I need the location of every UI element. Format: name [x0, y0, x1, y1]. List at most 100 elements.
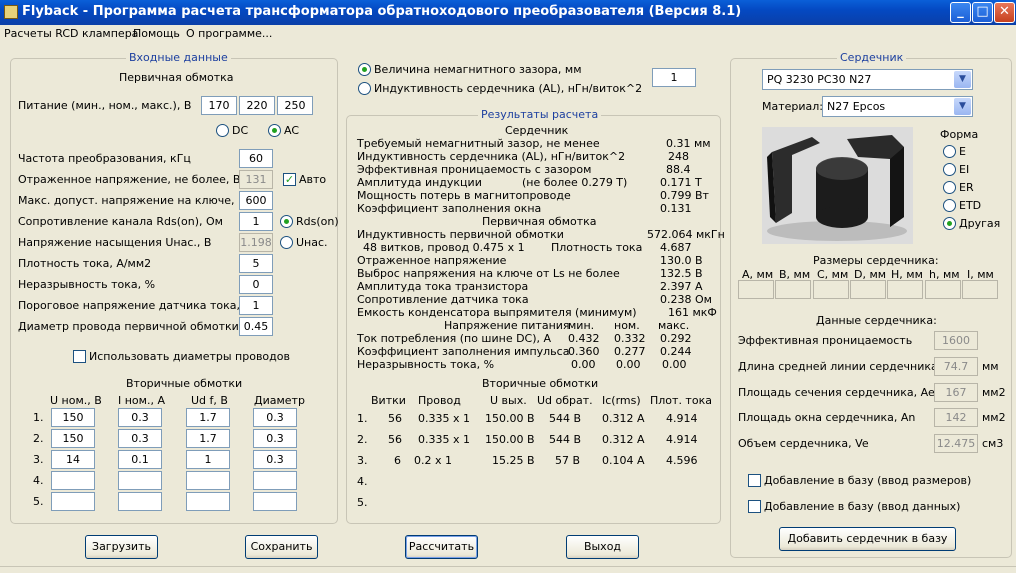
- core-an-input: 142: [934, 408, 978, 427]
- exit-button[interactable]: Выход: [566, 535, 639, 559]
- ac-radio[interactable]: [268, 124, 281, 137]
- sec-udf-input[interactable]: [186, 492, 230, 511]
- supply-cell: 0.432: [568, 332, 600, 345]
- size-a-input: [738, 280, 774, 299]
- secondary-input-title: Вторичные обмотки: [126, 377, 243, 390]
- al-option-label: Индуктивность сердечника (AL), нГн/виток…: [374, 82, 643, 95]
- result-note: (не более 0.279 Т): [522, 176, 628, 189]
- sec-udf-input[interactable]: [186, 471, 230, 490]
- sec-udf-input[interactable]: 1: [186, 450, 230, 469]
- frequency-label: Частота преобразования, кГц: [18, 152, 191, 165]
- res-sec-cell: 4.914: [666, 433, 698, 446]
- sec-i-input[interactable]: 0.3: [118, 408, 162, 427]
- core-data-unit: см3: [982, 437, 1004, 450]
- result-value: 4.687: [660, 241, 692, 254]
- sec-i-input[interactable]: 0.3: [118, 429, 162, 448]
- sec-diam-input[interactable]: 0.3: [253, 429, 297, 448]
- size-h-input: [887, 280, 923, 299]
- core-model-select[interactable]: PQ 3230 PC30 N27 ▼: [762, 69, 973, 90]
- minimize-button[interactable]: _: [950, 2, 971, 23]
- sec-diam-input[interactable]: [253, 471, 297, 490]
- auto-checkbox[interactable]: ✓: [283, 173, 296, 186]
- close-button[interactable]: ✕: [994, 2, 1015, 23]
- supply-nom-input[interactable]: 220: [239, 96, 275, 115]
- add-sizes-checkbox[interactable]: [748, 474, 761, 487]
- results-core-title: Сердечник: [505, 124, 569, 137]
- result-note: Плотность тока: [551, 241, 643, 254]
- window-title: Flyback - Программа расчета трансформато…: [22, 4, 742, 19]
- res-sec-hdr: Плот. тока: [650, 394, 712, 407]
- supply-min-input[interactable]: 170: [201, 96, 237, 115]
- sec-diam-input[interactable]: [253, 492, 297, 511]
- use-diameters-checkbox[interactable]: [73, 350, 86, 363]
- menu-help[interactable]: Помощь: [133, 27, 180, 40]
- usat-radio[interactable]: [280, 236, 293, 249]
- add-core-button[interactable]: Добавить сердечник в базу: [779, 527, 956, 551]
- result-value: 248: [668, 150, 689, 163]
- menu-rcd[interactable]: Расчеты RCD клампера: [4, 27, 138, 40]
- load-button[interactable]: Загрузить: [85, 535, 158, 559]
- shape-e-radio[interactable]: [943, 145, 956, 158]
- rdson-radio[interactable]: [280, 215, 293, 228]
- al-radio[interactable]: [358, 82, 371, 95]
- material-select[interactable]: N27 Epcos ▼: [822, 96, 973, 117]
- primary-diameter-input[interactable]: 0.45: [239, 317, 273, 336]
- gap-value-input[interactable]: 1: [652, 68, 696, 87]
- core-ve-input: 12.475: [934, 434, 978, 453]
- sec-i-input[interactable]: [118, 492, 162, 511]
- res-sec-cell: 0.104 А: [602, 454, 645, 467]
- usat-input: 1.198: [239, 233, 273, 252]
- sec-diam-input[interactable]: 0.3: [253, 408, 297, 427]
- sec-udf-input[interactable]: 1.7: [186, 408, 230, 427]
- sec-u-input[interactable]: [51, 471, 95, 490]
- sec-row-num: 4.: [33, 474, 44, 487]
- gap-radio[interactable]: [358, 63, 371, 76]
- current-density-label: Плотность тока, А/мм2: [18, 257, 152, 270]
- sec-u-input[interactable]: [51, 492, 95, 511]
- current-density-input[interactable]: 5: [239, 254, 273, 273]
- menu-about[interactable]: О программе...: [186, 27, 272, 40]
- sec-udf-input[interactable]: 1.7: [186, 429, 230, 448]
- sec-i-input[interactable]: 0.1: [118, 450, 162, 469]
- max-switch-voltage-input[interactable]: 600: [239, 191, 273, 210]
- add-data-checkbox[interactable]: [748, 500, 761, 513]
- size-d-input: [850, 280, 886, 299]
- shape-etd-label: ETD: [959, 199, 982, 212]
- shape-etd-radio[interactable]: [943, 199, 956, 212]
- sense-threshold-input[interactable]: 1: [239, 296, 273, 315]
- dc-radio[interactable]: [216, 124, 229, 137]
- save-button[interactable]: Сохранить: [245, 535, 318, 559]
- result-value: 0.171 Т: [660, 176, 702, 189]
- sec-i-input[interactable]: [118, 471, 162, 490]
- supply-cell: 0.00: [571, 358, 596, 371]
- core-data-label: Площадь окна сердечника, An: [738, 411, 916, 424]
- sec-hdr-udf: Ud f, В: [191, 394, 228, 407]
- sec-diam-input[interactable]: 0.3: [253, 450, 297, 469]
- app-icon: [4, 5, 18, 19]
- supply-max-input[interactable]: 250: [277, 96, 313, 115]
- shape-ei-radio[interactable]: [943, 163, 956, 176]
- continuity-input[interactable]: 0: [239, 275, 273, 294]
- core-data-label: Объем сердечника, Ve: [738, 437, 869, 450]
- supply-hdr-label: Напряжение питания: [444, 319, 570, 332]
- shape-label: Форма: [940, 128, 979, 141]
- sec-u-input[interactable]: 150: [51, 429, 95, 448]
- primary-winding-title: Первичная обмотка: [119, 71, 234, 84]
- maximize-button[interactable]: □: [972, 2, 993, 23]
- sec-u-input[interactable]: 150: [51, 408, 95, 427]
- res-sec-cell: 150.00 В: [485, 412, 535, 425]
- add-data-label: Добавление в базу (ввод данных): [764, 500, 961, 513]
- calculate-button[interactable]: Рассчитать: [405, 535, 478, 559]
- shape-er-radio[interactable]: [943, 181, 956, 194]
- supply-row-label: Ток потребления (по шине DC), А: [357, 332, 552, 345]
- supply-cell: 0.332: [614, 332, 646, 345]
- res-sec-cell: 544 В: [549, 412, 582, 425]
- result-value: 132.5 В: [660, 267, 703, 280]
- result-label: Амплитуда тока транзистора: [357, 280, 529, 293]
- shape-other-radio[interactable]: [943, 217, 956, 230]
- rdson-input[interactable]: 1: [239, 212, 273, 231]
- core-data-label: Длина средней линии сердечника, le: [738, 360, 955, 373]
- frequency-input[interactable]: 60: [239, 149, 273, 168]
- supply-cell: 0.244: [660, 345, 692, 358]
- sec-u-input[interactable]: 14: [51, 450, 95, 469]
